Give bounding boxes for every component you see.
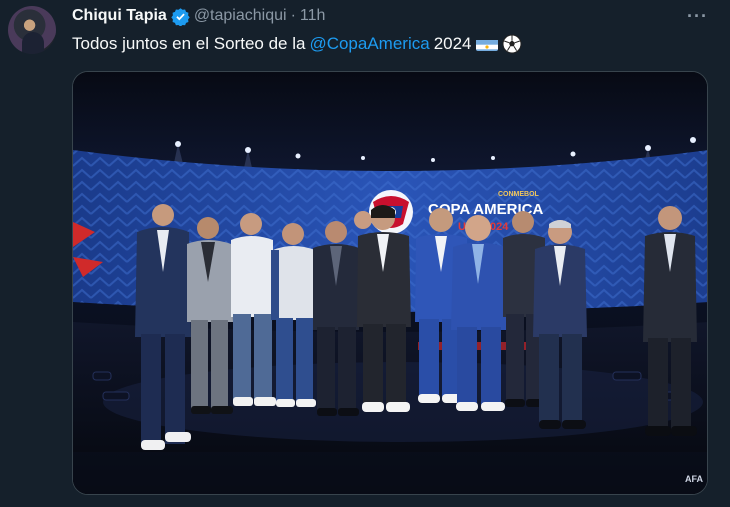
tweet-text-year: 2024 [433, 34, 472, 53]
photo-scene: CONMEBOL COPA AMERICA USA 2024 [73, 72, 707, 494]
verified-badge-icon [171, 7, 190, 27]
separator-dot: · [290, 7, 296, 24]
more-options-icon[interactable]: ··· [687, 6, 708, 27]
author-handle[interactable]: @tapiachiqui [194, 7, 287, 25]
argentina-flag-icon [475, 37, 498, 51]
afa-watermark: AFA [685, 474, 704, 484]
tweet-text-start: Todos juntos en el Sorteo de la [72, 34, 306, 53]
timestamp[interactable]: 11h [300, 7, 326, 25]
avatar[interactable] [8, 6, 56, 54]
tweet-text: Todos juntos en el Sorteo de la @CopaAme… [72, 32, 522, 56]
screen-conmebol-label: CONMEBOL [498, 191, 540, 198]
mention-link[interactable]: @CopaAmerica [309, 32, 429, 56]
tweet-header: Chiqui Tapia @tapiachiqui · 11h [72, 5, 325, 27]
tweet-photo[interactable]: CONMEBOL COPA AMERICA USA 2024 [72, 71, 708, 495]
author-name[interactable]: Chiqui Tapia [72, 7, 167, 25]
soccer-ball-icon [502, 34, 522, 54]
